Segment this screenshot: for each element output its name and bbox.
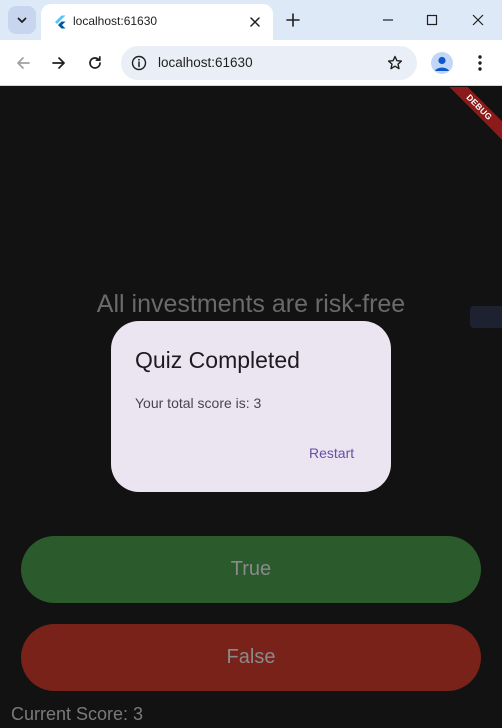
browser-tab[interactable]: localhost:61630 <box>41 4 273 40</box>
maximize-icon <box>426 14 438 26</box>
close-icon <box>472 14 484 26</box>
tab-title: localhost:61630 <box>73 14 158 28</box>
new-tab-button[interactable] <box>282 9 304 31</box>
quiz-completed-dialog: Quiz Completed Your total score is: 3 Re… <box>111 321 391 492</box>
address-bar[interactable]: localhost:61630 <box>121 46 417 80</box>
close-icon <box>250 17 260 27</box>
tab-search-button[interactable] <box>8 6 36 34</box>
site-info-button[interactable] <box>129 53 149 73</box>
more-vertical-icon <box>478 55 482 71</box>
reload-button[interactable] <box>83 51 107 75</box>
dialog-title: Quiz Completed <box>135 347 300 373</box>
side-tab <box>470 306 502 328</box>
back-button[interactable] <box>11 51 35 75</box>
browser-toolbar: localhost:61630 <box>0 40 502 86</box>
url-text: localhost:61630 <box>158 55 253 70</box>
current-score-text: Current Score: 3 <box>11 704 144 724</box>
arrow-right-icon <box>52 57 65 69</box>
star-icon <box>387 55 403 70</box>
person-icon <box>435 56 449 71</box>
tab-close-button[interactable] <box>245 12 265 32</box>
info-icon <box>131 55 147 71</box>
minimize-icon <box>383 19 393 21</box>
flutter-icon <box>55 15 66 29</box>
plus-icon <box>286 13 300 27</box>
question-text: All investments are risk-free <box>96 290 406 318</box>
debug-banner: DEBUG <box>442 87 502 144</box>
arrow-left-icon <box>17 57 30 69</box>
browser-menu-button[interactable] <box>470 52 490 74</box>
app-viewport: DEBUG All investments are risk-free True… <box>0 87 502 728</box>
profile-button[interactable] <box>431 52 453 74</box>
dialog-body: Your total score is: 3 <box>135 395 262 411</box>
tab-strip: localhost:61630 <box>0 0 502 40</box>
window-close-button[interactable] <box>466 9 490 31</box>
restart-button[interactable]: Restart <box>299 441 364 465</box>
true-button[interactable]: True <box>21 536 481 603</box>
bookmark-button[interactable] <box>385 53 405 73</box>
maximize-button[interactable] <box>420 9 444 31</box>
minimize-button[interactable] <box>376 9 400 31</box>
forward-button[interactable] <box>47 51 71 75</box>
reload-icon <box>89 55 101 69</box>
chevron-down-icon <box>17 17 27 23</box>
false-button[interactable]: False <box>21 624 481 691</box>
